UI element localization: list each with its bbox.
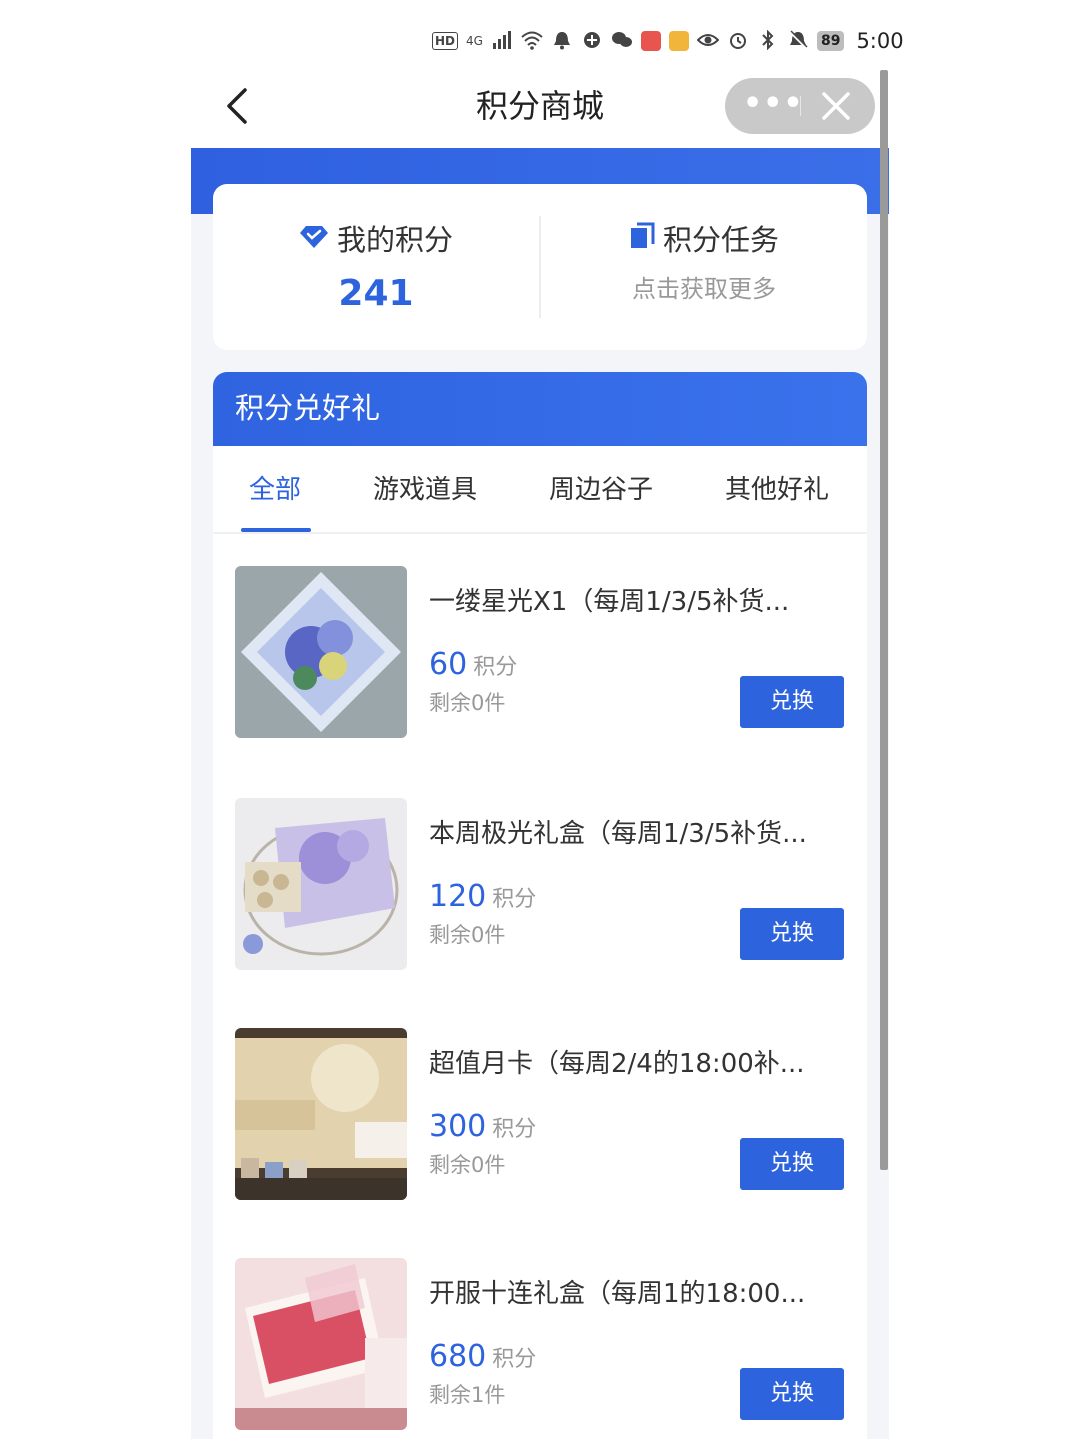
product-price: 120 积分 [429,878,536,919]
wifi-icon [521,30,543,52]
scrollbar[interactable] [880,70,888,1170]
tab-merch[interactable]: 周边谷子 [549,472,653,508]
price-unit: 积分 [492,1347,537,1372]
my-points-value: 241 [338,273,414,314]
my-points[interactable]: 我的积分 241 [213,184,539,350]
mini-program-frame: 积分商城 ••• 我的积分 241 积分任务 点击获取更多 积分兑好礼 全部 游… [191,70,889,1439]
product-image [235,1258,407,1430]
product-item[interactable]: 超值月卡（每周2/4的18:00补... 300 积分 剩余0件 兑换 [213,1028,867,1200]
wechat-icon [611,30,633,52]
product-title: 超值月卡（每周2/4的18:00补... [429,1049,805,1079]
alarm-icon [727,30,749,52]
exchange-button[interactable]: 兑换 [740,908,844,960]
product-item[interactable]: 本周极光礼盒（每周1/3/5补货... 120 积分 剩余0件 兑换 [213,798,867,970]
capsule-divider [800,96,801,116]
product-title: 本周极光礼盒（每周1/3/5补货... [429,819,807,849]
more-button[interactable]: ••• [743,78,803,134]
exchange-section-title: 积分兑好礼 [235,391,381,425]
bell-icon [551,30,573,52]
product-image [235,798,407,970]
network-label: 4G [466,34,483,48]
bluetooth-icon [757,29,779,52]
product-stock: 剩余1件 [429,1383,506,1407]
tab-all[interactable]: 全部 [249,472,301,508]
price-value: 680 [429,1339,487,1374]
signal-icon [491,30,513,52]
diamond-icon [299,220,329,260]
product-image [235,1028,407,1200]
task-document-icon [629,220,655,260]
product-stock: 剩余0件 [429,691,506,715]
app-icon [581,30,603,52]
hd-icon: HD [432,32,459,50]
product-title: 开服十连礼盒（每周1的18:00... [429,1279,806,1309]
yellow-app-icon [668,31,689,51]
price-unit: 积分 [492,887,537,912]
product-price: 680 积分 [429,1338,536,1379]
mute-icon [787,30,809,52]
price-unit: 积分 [492,1117,537,1142]
product-title: 一缕星光X1（每周1/3/5补货... [429,587,790,617]
category-tabs: 全部 游戏道具 周边谷子 其他好礼 [213,446,867,534]
eye-icon [696,30,720,52]
status-icons: HD 4G 89 5:00 [432,26,904,56]
exchange-button[interactable]: 兑换 [740,1138,844,1190]
price-value: 60 [429,647,468,682]
close-button[interactable] [815,86,857,126]
price-value: 120 [429,879,487,914]
capsule-menu: ••• [725,78,875,134]
points-tasks[interactable]: 积分任务 点击获取更多 [541,184,867,350]
price-unit: 积分 [473,655,518,680]
product-stock: 剩余0件 [429,923,506,947]
product-item[interactable]: 一缕星光X1（每周1/3/5补货... 60 积分 剩余0件 兑换 [213,566,867,738]
close-icon [822,92,850,120]
tab-game-items[interactable]: 游戏道具 [373,472,477,508]
price-value: 300 [429,1109,487,1144]
points-card: 我的积分 241 积分任务 点击获取更多 [213,184,867,350]
product-price: 300 积分 [429,1108,536,1149]
exchange-button[interactable]: 兑换 [740,1368,844,1420]
tasks-label: 积分任务 [662,223,779,257]
my-points-label: 我的积分 [336,223,453,257]
navbar: 积分商城 ••• [191,70,889,148]
active-tab-indicator [241,528,311,532]
battery-indicator: 89 [816,31,845,51]
red-app-icon [640,31,661,51]
product-item[interactable]: 开服十连礼盒（每周1的18:00... 680 积分 剩余1件 兑换 [213,1258,867,1430]
exchange-button[interactable]: 兑换 [740,676,844,728]
product-stock: 剩余0件 [429,1153,506,1177]
exchange-section: 全部 游戏道具 周边谷子 其他好礼 一缕星光X1（每周1/3/5补货... 60… [213,446,867,1439]
product-price: 60 积分 [429,646,517,687]
clock: 5:00 [856,29,904,53]
status-bar: HD 4G 89 5:00 [0,0,1080,80]
tasks-subtitle: 点击获取更多 [632,275,776,303]
product-image [235,566,407,738]
tab-other-gifts[interactable]: 其他好礼 [725,472,829,508]
exchange-section-header: 积分兑好礼 [213,372,867,446]
